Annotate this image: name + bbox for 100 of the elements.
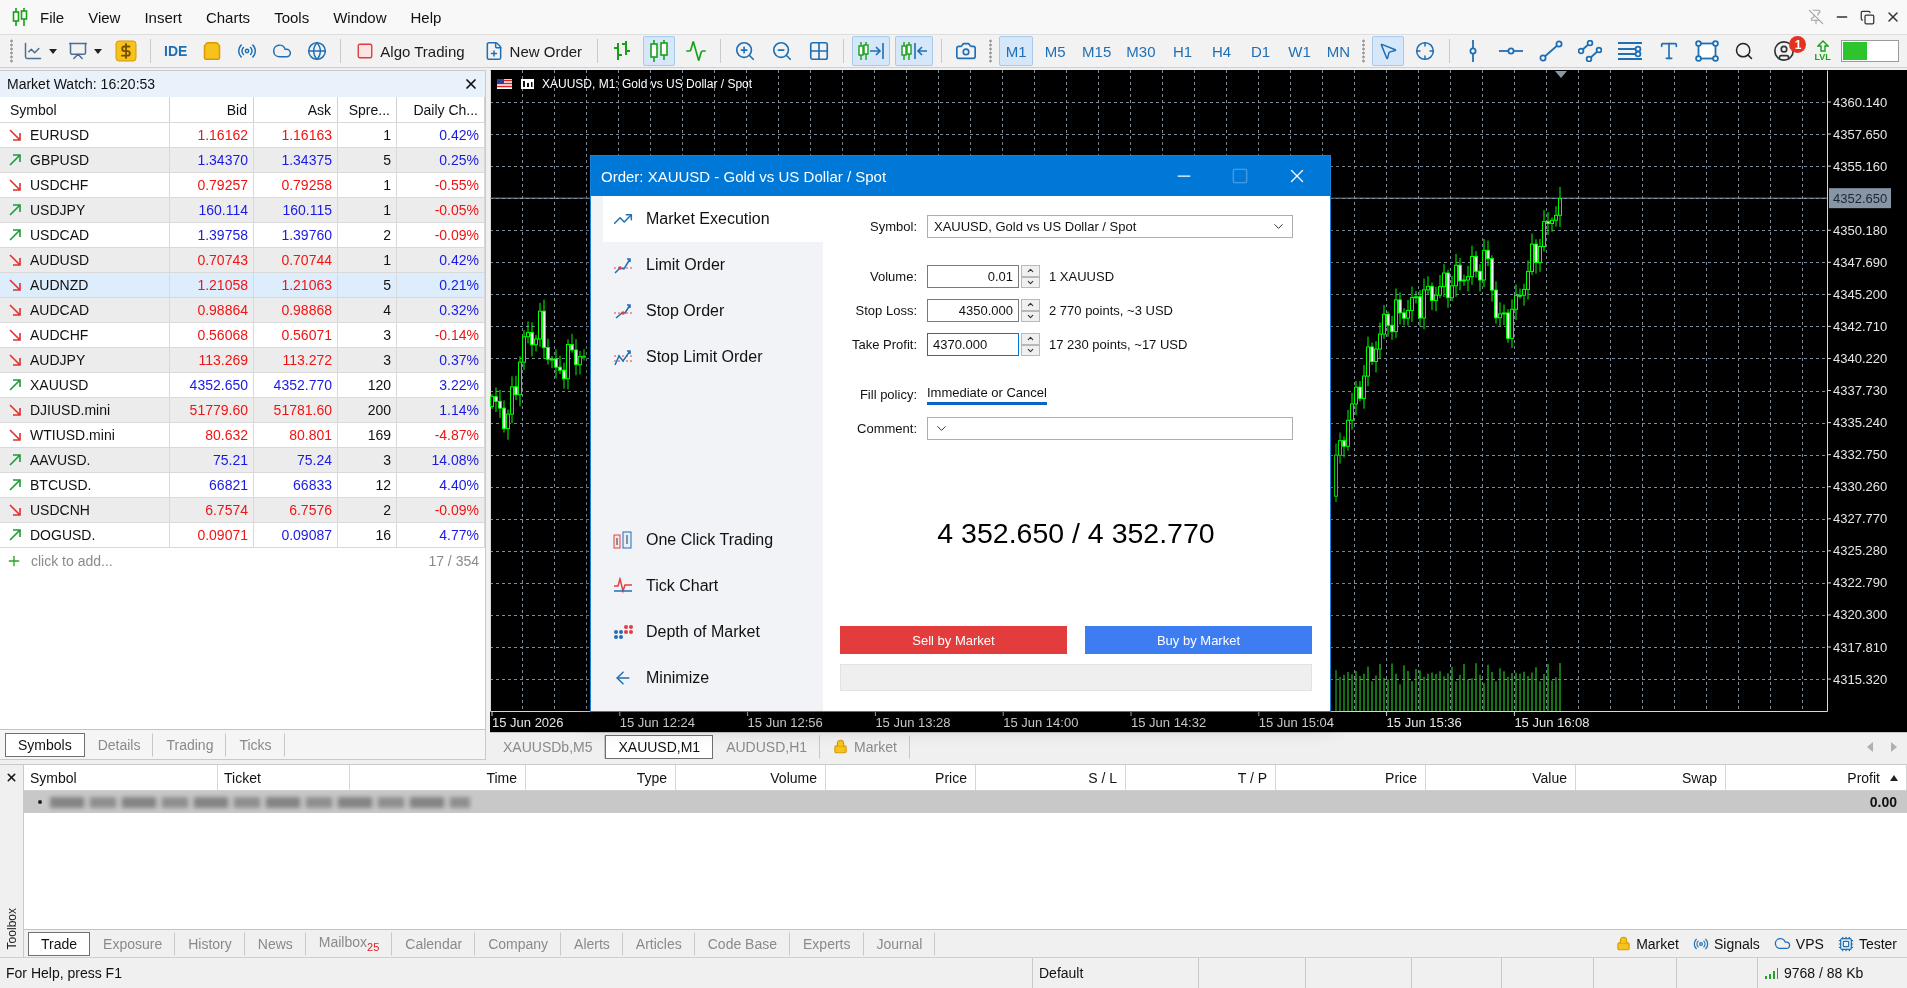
- column-header[interactable]: T / P: [1126, 765, 1276, 790]
- column-header[interactable]: Ask: [254, 97, 338, 122]
- quote-row[interactable]: EURUSD 1.16162 1.16163 1 0.42%: [0, 123, 485, 148]
- algo-trading-button[interactable]: Algo Trading: [349, 36, 472, 66]
- column-header[interactable]: Time: [350, 765, 526, 790]
- column-header[interactable]: Profit: [1726, 765, 1907, 790]
- column-header[interactable]: Symbol: [0, 97, 170, 122]
- column-header[interactable]: Ticket: [218, 765, 350, 790]
- panel-tab[interactable]: Symbols: [5, 732, 85, 757]
- timeframe-button[interactable]: M1: [999, 36, 1034, 66]
- signal-waves-icon[interactable]: [237, 41, 258, 61]
- menu-item[interactable]: Window: [321, 4, 399, 30]
- quote-row[interactable]: USDJPY 160.114 160.115 1 -0.05%: [0, 198, 485, 223]
- quote-row[interactable]: USDCAD 1.39758 1.39760 2 -0.09%: [0, 223, 485, 248]
- search-icon[interactable]: [1734, 41, 1755, 61]
- chart-tab[interactable]: XAUUSD,M1: [605, 734, 714, 759]
- column-header[interactable]: Spre...: [338, 97, 397, 122]
- timeframe-button[interactable]: H4: [1204, 36, 1239, 66]
- quote-row[interactable]: AUDNZD 1.21058 1.21063 5 0.21%: [0, 273, 485, 298]
- timeframe-button[interactable]: MN: [1321, 36, 1356, 66]
- restore-icon[interactable]: [1860, 9, 1875, 25]
- ask-price: 1.39760: [254, 223, 338, 247]
- column-header[interactable]: Volume: [676, 765, 826, 790]
- quote-row[interactable]: AUDCHF 0.56068 0.56071 3 -0.14%: [0, 323, 485, 348]
- toolbox-tab[interactable]: Trade: [28, 931, 91, 956]
- column-header[interactable]: Price: [826, 765, 976, 790]
- new-order-button[interactable]: New Order: [476, 36, 590, 66]
- quote-row[interactable]: XAUUSD 4352.650 4352.770 120 3.22%: [0, 373, 485, 398]
- column-header[interactable]: Swap: [1576, 765, 1726, 790]
- close-icon[interactable]: [1885, 9, 1901, 25]
- service-link[interactable]: VPS: [1773, 935, 1824, 952]
- caret-icon[interactable]: [49, 48, 57, 54]
- ohlc-bars-icon[interactable]: [613, 40, 632, 62]
- quote-row[interactable]: AUDJPY 113.269 113.272 3 0.37%: [0, 348, 485, 373]
- quote-row[interactable]: AUDCAD 0.98864 0.98868 4 0.32%: [0, 298, 485, 323]
- autoscroll-button[interactable]: [852, 36, 891, 66]
- price-axis-label: 4350.180: [1833, 222, 1888, 238]
- timeframe-button[interactable]: M15: [1077, 36, 1117, 66]
- chart-shift-button[interactable]: [895, 36, 934, 66]
- candlestick-icon[interactable]: [649, 39, 670, 63]
- caret-icon[interactable]: [94, 48, 102, 54]
- bid-price: 0.56068: [170, 323, 254, 347]
- pointer-tool-button[interactable]: [1372, 36, 1405, 66]
- trend-line-icon[interactable]: [1539, 40, 1564, 62]
- dollar-icon[interactable]: [115, 40, 137, 62]
- close-icon[interactable]: [5, 771, 18, 784]
- menu-item[interactable]: File: [28, 4, 77, 30]
- globe-icon[interactable]: [307, 41, 328, 61]
- timeframe-button[interactable]: W1: [1282, 36, 1317, 66]
- quote-row[interactable]: DJIUSD.mini 51779.60 51781.60 200 1.14%: [0, 398, 485, 423]
- timeframe-button[interactable]: H1: [1165, 36, 1200, 66]
- parallel-lines-icon[interactable]: [1578, 40, 1603, 62]
- menu-item[interactable]: View: [76, 4, 133, 30]
- column-header[interactable]: Symbol: [24, 765, 218, 790]
- quote-row[interactable]: AUDUSD 0.70743 0.70744 1 0.42%: [0, 248, 485, 273]
- menu-item[interactable]: Insert: [132, 4, 194, 30]
- quote-row[interactable]: GBPUSD 1.34370 1.34375 5 0.25%: [0, 148, 485, 173]
- spread-value: 2: [338, 498, 397, 522]
- quote-row[interactable]: USDCNH 6.7574 6.7576 2 -0.09%: [0, 498, 485, 523]
- menu-item[interactable]: Tools: [262, 4, 322, 30]
- menu-item[interactable]: Help: [398, 4, 454, 30]
- quote-row[interactable]: AAVUSD. 75.21 75.24 3 14.08%: [0, 448, 485, 473]
- user-icon[interactable]: [1773, 40, 1796, 62]
- crosshair-icon[interactable]: [1415, 41, 1436, 61]
- menu-item[interactable]: Charts: [193, 4, 263, 30]
- zoom-in-icon[interactable]: [734, 40, 757, 62]
- add-symbol-link[interactable]: click to add...: [31, 552, 113, 569]
- horizontal-line-icon[interactable]: [1498, 45, 1525, 57]
- zoom-out-icon[interactable]: [771, 40, 794, 62]
- cloud-icon[interactable]: [272, 41, 293, 61]
- cursor-icon[interactable]: [1378, 41, 1399, 61]
- grid-icon[interactable]: [808, 40, 831, 62]
- column-header[interactable]: Value: [1426, 765, 1576, 790]
- timeframe-button[interactable]: M5: [1038, 36, 1073, 66]
- column-header[interactable]: Price: [1276, 765, 1426, 790]
- toolbox-tab[interactable]: Mailbox$_{25}$: [305, 931, 393, 956]
- column-header[interactable]: S / L: [976, 765, 1126, 790]
- ide-button[interactable]: IDE: [159, 36, 193, 66]
- service-link[interactable]: Signals: [1692, 935, 1760, 952]
- lock-icon: [1616, 936, 1632, 951]
- level-lines-icon[interactable]: [1617, 40, 1644, 62]
- column-header[interactable]: Type: [526, 765, 676, 790]
- timeframe-button[interactable]: M30: [1121, 36, 1161, 66]
- bid-price: 66821: [170, 473, 254, 497]
- column-header[interactable]: Bid: [170, 97, 254, 122]
- service-link[interactable]: Market: [1616, 935, 1679, 952]
- line-chart-icon[interactable]: [23, 41, 43, 61]
- camera-icon[interactable]: [955, 40, 978, 62]
- presentation-chart-icon[interactable]: [68, 41, 88, 61]
- rectangle-tool-icon[interactable]: [1695, 40, 1720, 62]
- quote-row[interactable]: USDCHF 0.79257 0.79258 1 -0.55%: [0, 173, 485, 198]
- timeframe-button[interactable]: D1: [1243, 36, 1278, 66]
- symbol-name: USDCHF: [30, 177, 89, 193]
- column-header[interactable]: Daily Ch...: [397, 97, 485, 122]
- service-link[interactable]: Tester: [1837, 935, 1897, 952]
- quote-row[interactable]: WTIUSD.mini 80.632 80.801 169 -4.87%: [0, 423, 485, 448]
- chart-type-button[interactable]: [643, 36, 676, 66]
- quote-row[interactable]: DOGUSD. 0.09071 0.09087 16 4.77%: [0, 523, 485, 548]
- quote-row[interactable]: BTCUSD. 66821 66833 12 4.40%: [0, 473, 485, 498]
- close-icon[interactable]: [463, 76, 479, 92]
